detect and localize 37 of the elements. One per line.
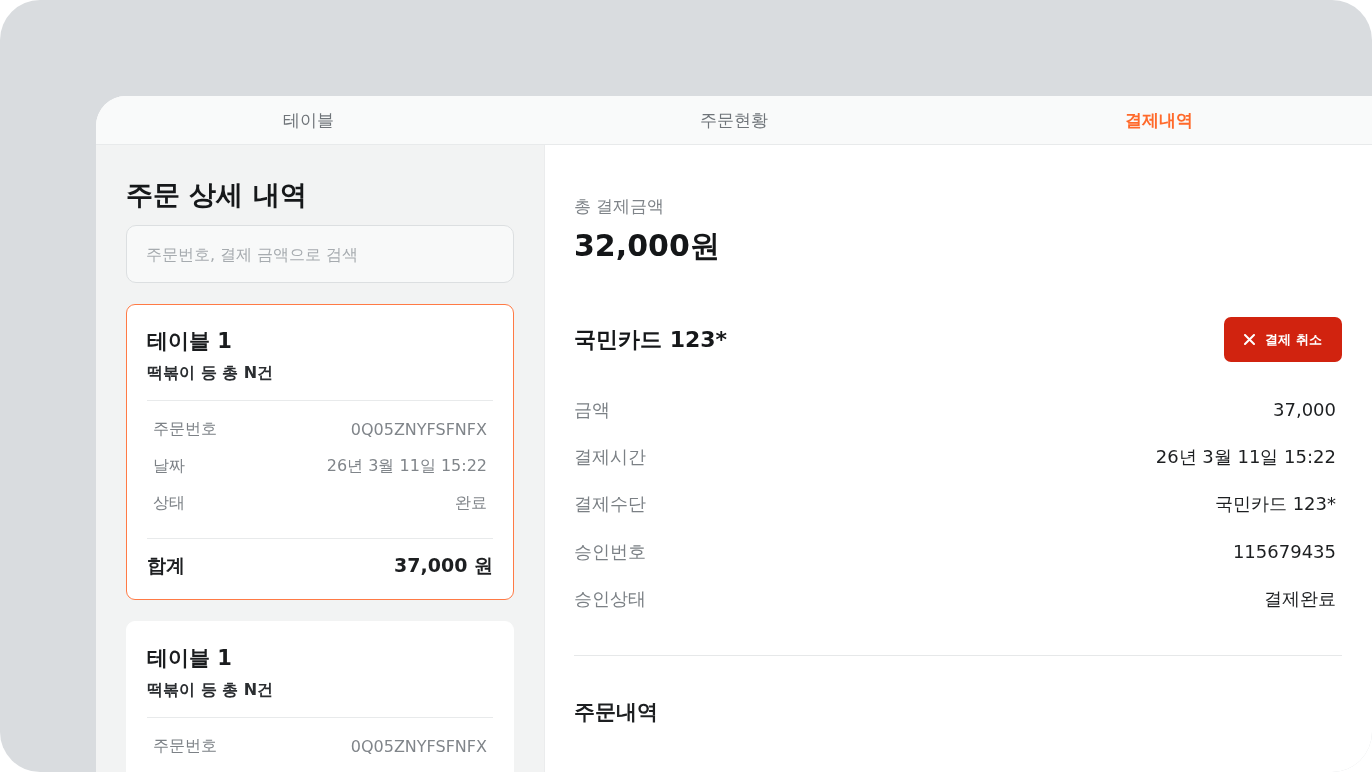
table-name: 테이블 1 [147, 645, 233, 672]
panel-title: 주문 상세 내역 [126, 179, 308, 211]
order-summary: 떡볶이 등 총 N건 [147, 363, 275, 384]
payment-label: 금액 [574, 397, 610, 422]
order-card[interactable]: 테이블 1 떡볶이 등 총 N건 주문번호 0Q05ZNYFSFNFX [126, 621, 514, 772]
total-label: 합계 [147, 553, 185, 578]
tab[interactable]: 결제내역 [946, 96, 1372, 144]
payment-label: 승인상태 [574, 586, 646, 611]
cancel-payment-button[interactable]: 결제 취소 [1224, 317, 1342, 362]
detail-value: 0Q05ZNYFSFNFX [350, 737, 487, 756]
detail-label: 주문번호 [153, 419, 217, 440]
tab[interactable]: 테이블 [96, 96, 522, 144]
total-payment-label: 총 결제금액 [574, 195, 666, 218]
search-field[interactable]: 주문번호, 결제 금액으로 검색 [126, 225, 514, 283]
table-name: 테이블 1 [147, 328, 233, 355]
detail-value: 완료 [455, 493, 487, 514]
payment-value: 37,000 [1273, 399, 1336, 421]
payment-value: 국민카드 123* [1214, 492, 1336, 517]
detail-label: 날짜 [153, 456, 185, 477]
order-card[interactable]: 테이블 1 떡볶이 등 총 N건 주문번호 0Q05ZNYFSFNFX 날짜 26년 3월 11일 15:22 상태 완료 합계 37,000 원 [126, 304, 514, 600]
payment-value: 26년 3월 11일 15:22 [1155, 444, 1336, 469]
payment-label: 결제시간 [574, 444, 646, 469]
detail-value: 26년 3월 11일 15:22 [326, 456, 487, 477]
tab[interactable]: 주문현황 [521, 96, 947, 144]
detail-value: 0Q05ZNYFSFNFX [350, 420, 487, 439]
payment-label: 승인번호 [574, 539, 646, 564]
detail-label: 상태 [153, 493, 185, 514]
order-summary: 떡볶이 등 총 N건 [147, 680, 275, 701]
total-payment-amount: 32,000원 [574, 227, 721, 265]
section-title: 주문내역 [574, 699, 659, 727]
payment-label: 결제수단 [574, 492, 646, 517]
close-icon [1244, 334, 1256, 345]
payment-value: 결제완료 [1264, 586, 1336, 611]
detail-label: 주문번호 [153, 736, 217, 757]
total-value: 37,000 원 [394, 553, 493, 578]
payment-value: 115679435 [1232, 541, 1336, 563]
card-name: 국민카드 123* [574, 325, 728, 354]
